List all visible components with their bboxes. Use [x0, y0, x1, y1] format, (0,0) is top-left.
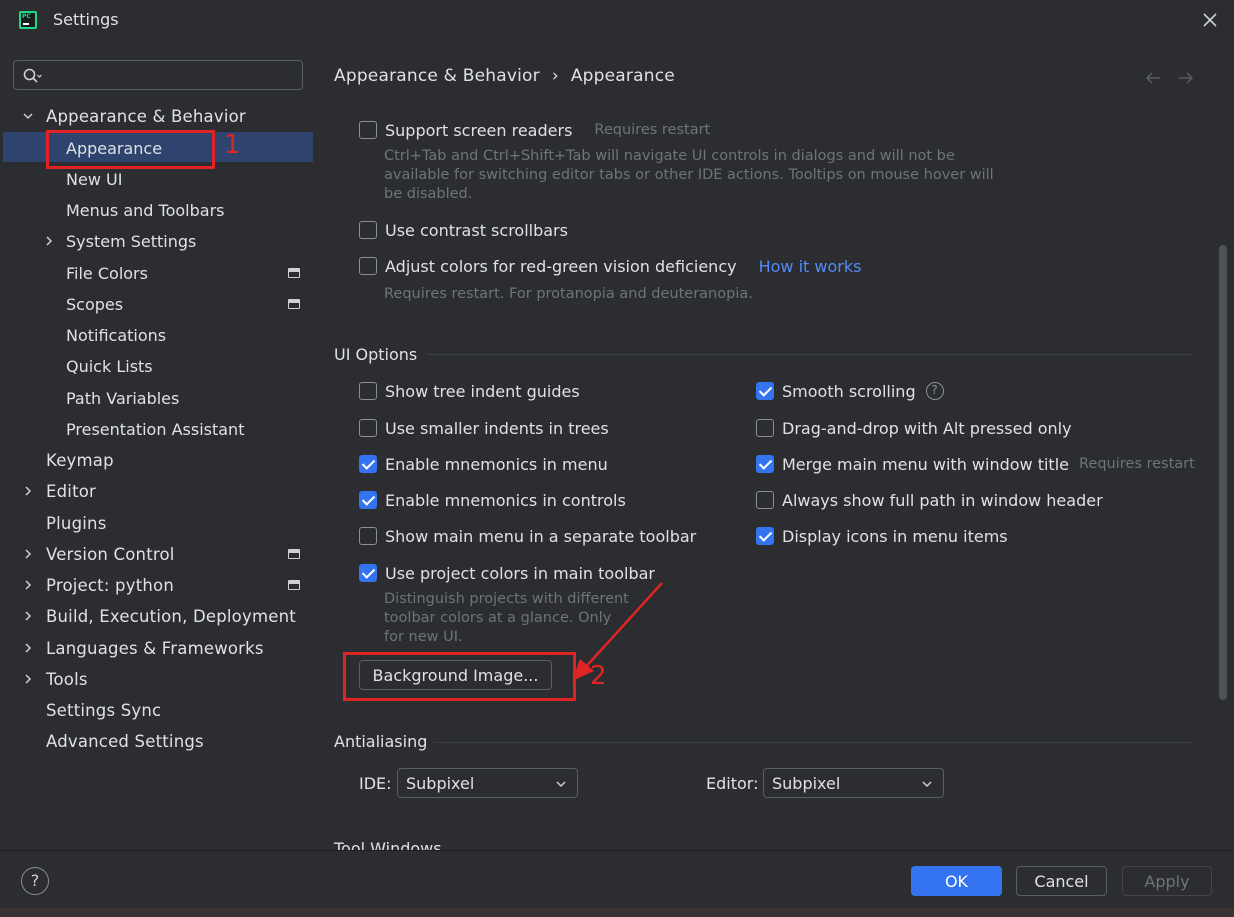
breadcrumb: Appearance & Behavior › Appearance — [334, 66, 675, 86]
help-button[interactable]: ? — [21, 867, 49, 895]
project-colors-checkbox[interactable] — [359, 564, 377, 582]
mnemonics-controls-option[interactable]: Enable mnemonics in controls — [359, 489, 626, 511]
main-menu-toolbar-checkbox[interactable] — [359, 527, 377, 545]
merge-menu-checkbox[interactable] — [756, 455, 774, 473]
sidebar-item-plugins[interactable]: Plugins — [46, 508, 107, 538]
background-strip — [0, 908, 1234, 917]
chevron-right-icon[interactable] — [22, 673, 34, 685]
search-icon — [23, 68, 42, 83]
sidebar-item-scopes[interactable]: Scopes — [66, 289, 123, 319]
editor-antialiasing-label: Editor: — [706, 774, 759, 793]
sidebar-item-presentation-assistant[interactable]: Presentation Assistant — [66, 414, 244, 444]
sidebar-item-settings-sync[interactable]: Settings Sync — [46, 695, 161, 725]
annotation-number-1: 1 — [224, 130, 241, 160]
contrast-scrollbars-checkbox[interactable] — [359, 221, 377, 239]
red-green-description: Requires restart. For protanopia and deu… — [384, 286, 753, 302]
ide-antialiasing-label: IDE: — [359, 774, 392, 793]
full-path-checkbox[interactable] — [756, 491, 774, 509]
sidebar-item-system-settings[interactable]: System Settings — [66, 226, 196, 256]
sidebar-item-quick-lists[interactable]: Quick Lists — [66, 351, 153, 381]
sidebar-item-path-variables[interactable]: Path Variables — [66, 383, 179, 413]
sidebar-item-version-control[interactable]: Version Control — [46, 539, 175, 569]
chevron-right-icon[interactable] — [22, 610, 34, 622]
chevron-down-icon — [556, 781, 566, 788]
project-scope-icon — [288, 549, 300, 559]
close-icon[interactable] — [1198, 8, 1222, 32]
ui-options-title: UI Options — [334, 345, 418, 364]
tree-indent-option[interactable]: Show tree indent guides — [359, 380, 580, 402]
sidebar-item-notifications[interactable]: Notifications — [66, 320, 166, 350]
full-path-option[interactable]: Always show full path in window header — [756, 489, 1103, 511]
mnemonics-controls-checkbox[interactable] — [359, 491, 377, 509]
window-title: Settings — [53, 10, 119, 29]
merge-menu-option[interactable]: Merge main menu with window title Requir… — [756, 453, 1195, 475]
annotation-arrow — [572, 582, 663, 681]
annotation-box-2 — [343, 652, 576, 701]
content-scrollbar[interactable] — [1219, 245, 1227, 700]
search-box[interactable] — [13, 60, 303, 90]
section-divider — [427, 354, 1192, 355]
title-bar: PC Settings — [0, 0, 1234, 42]
drag-drop-alt-checkbox[interactable] — [756, 419, 774, 437]
screen-readers-option[interactable]: Support screen readers Requires restart — [359, 119, 710, 141]
smooth-scrolling-checkbox[interactable] — [756, 382, 774, 400]
sidebar-item-keymap[interactable]: Keymap — [46, 445, 114, 475]
sidebar-item-tools[interactable]: Tools — [46, 664, 88, 694]
breadcrumb-separator: › — [551, 66, 559, 86]
sidebar-item-project-python[interactable]: Project: python — [46, 570, 174, 600]
chevron-right-icon[interactable] — [22, 548, 34, 560]
cancel-button[interactable]: Cancel — [1016, 866, 1107, 896]
breadcrumb-parent[interactable]: Appearance & Behavior — [334, 66, 540, 86]
help-circle-icon[interactable]: ? — [925, 382, 944, 400]
section-divider — [434, 742, 1192, 743]
sidebar-item-editor[interactable]: Editor — [46, 476, 96, 506]
sidebar-item-appearance-behavior[interactable]: Appearance & Behavior — [46, 101, 246, 131]
ok-button[interactable]: OK — [911, 866, 1002, 896]
screen-readers-checkbox[interactable] — [359, 121, 377, 139]
annotation-box-1 — [46, 130, 215, 169]
sidebar-item-languages-frameworks[interactable]: Languages & Frameworks — [46, 633, 264, 663]
back-arrow-icon[interactable] — [1144, 70, 1162, 86]
smaller-indents-option[interactable]: Use smaller indents in trees — [359, 417, 609, 439]
sidebar-item-build-execution[interactable]: Build, Execution, Deployment — [46, 601, 296, 631]
settings-content: Support screen readers Requires restart … — [314, 92, 1214, 851]
red-green-checkbox[interactable] — [359, 257, 377, 275]
project-scope-icon — [288, 299, 300, 309]
chevron-down-icon — [922, 781, 932, 788]
chevron-right-icon[interactable] — [22, 642, 34, 654]
tool-windows-title: Tool Windows — [334, 839, 442, 850]
red-green-option[interactable]: Adjust colors for red-green vision defic… — [359, 255, 861, 277]
drag-drop-alt-option[interactable]: Drag-and-drop with Alt pressed only — [756, 417, 1072, 439]
chevron-down-icon[interactable] — [22, 110, 34, 122]
breadcrumb-current: Appearance — [570, 66, 675, 86]
display-icons-option[interactable]: Display icons in menu items — [756, 525, 1008, 547]
chevron-right-icon[interactable] — [22, 579, 34, 591]
main-menu-toolbar-option[interactable]: Show main menu in a separate toolbar — [359, 525, 696, 547]
chevron-right-icon[interactable] — [43, 235, 55, 247]
tree-indent-checkbox[interactable] — [359, 382, 377, 400]
sidebar-item-advanced-settings[interactable]: Advanced Settings — [46, 726, 204, 756]
sidebar-item-file-colors[interactable]: File Colors — [66, 258, 148, 288]
smooth-scrolling-option[interactable]: Smooth scrolling ? — [756, 380, 944, 402]
apply-button[interactable]: Apply — [1122, 866, 1212, 896]
search-input[interactable] — [50, 65, 295, 85]
ide-antialiasing-select[interactable]: Subpixel — [397, 768, 578, 798]
screen-readers-description: Ctrl+Tab and Ctrl+Shift+Tab will navigat… — [384, 148, 994, 202]
antialiasing-title: Antialiasing — [334, 732, 428, 751]
pycharm-app-icon: PC — [19, 11, 37, 29]
sidebar-item-menus-toolbars[interactable]: Menus and Toolbars — [66, 195, 225, 225]
forward-arrow-icon[interactable] — [1177, 70, 1195, 86]
project-scope-icon — [288, 580, 300, 590]
display-icons-checkbox[interactable] — [756, 527, 774, 545]
editor-antialiasing-select[interactable]: Subpixel — [763, 768, 944, 798]
chevron-right-icon[interactable] — [22, 485, 34, 497]
dialog-footer: ? OK Cancel Apply — [0, 850, 1234, 917]
smaller-indents-checkbox[interactable] — [359, 419, 377, 437]
mnemonics-menu-checkbox[interactable] — [359, 455, 377, 473]
project-scope-icon — [288, 268, 300, 278]
how-it-works-link[interactable]: How it works — [759, 257, 862, 276]
mnemonics-menu-option[interactable]: Enable mnemonics in menu — [359, 453, 608, 475]
contrast-scrollbars-option[interactable]: Use contrast scrollbars — [359, 219, 568, 241]
